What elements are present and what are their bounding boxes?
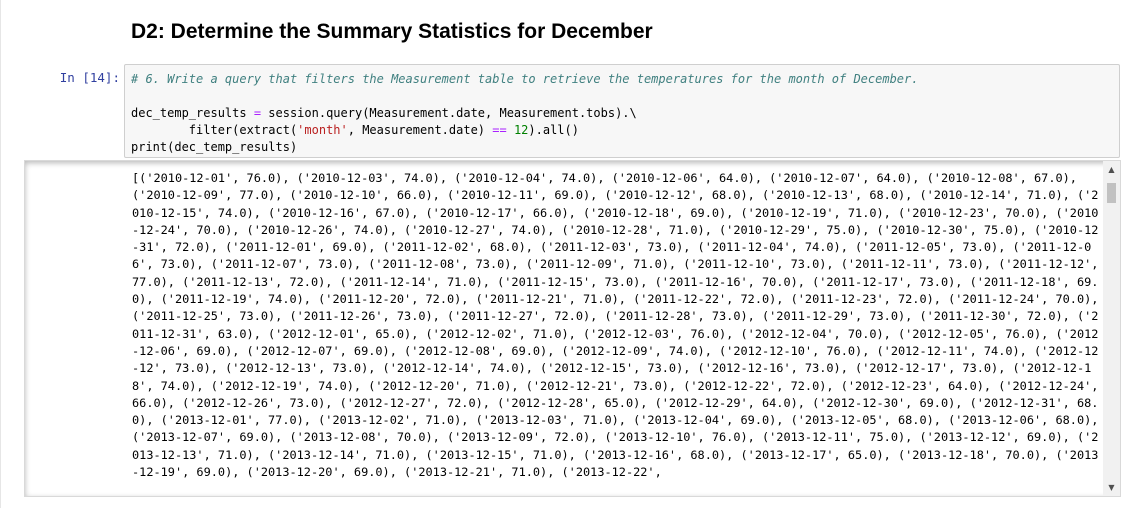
code-editor[interactable]: # 6. Write a query that filters the Meas…	[131, 71, 918, 156]
output-scrollbar[interactable]: ▲ ▼	[1103, 161, 1120, 496]
code-print-line: print(dec_temp_results)	[131, 140, 298, 154]
markdown-heading: D2: Determine the Summary Statistics for…	[131, 20, 653, 43]
code-assign-lhs: dec_temp_results	[131, 106, 254, 120]
code-assign-rhs: session.query(Measurement.date, Measurem…	[261, 106, 637, 120]
cell-output-area[interactable]: [('2010-12-01', 76.0), ('2010-12-03', 74…	[24, 160, 1121, 497]
code-string-literal: 'month'	[297, 123, 348, 137]
code-filter-start: filter(extract(	[131, 123, 298, 137]
code-equality-operator: ==	[492, 123, 507, 137]
code-input-area[interactable]: # 6. Write a query that filters the Meas…	[124, 64, 1120, 158]
notebook-page: D2: Determine the Summary Statistics for…	[0, 0, 1140, 508]
code-assign-operator: =	[253, 106, 262, 120]
code-filter-end: ).all()	[528, 123, 579, 137]
code-comment-line: # 6. Write a query that filters the Meas…	[131, 72, 919, 86]
code-number-literal: 12	[513, 123, 529, 137]
code-filter-mid: , Measurement.date)	[347, 123, 493, 137]
scroll-up-arrow-icon[interactable]: ▲	[1103, 161, 1120, 178]
input-prompt: In [14]:	[59, 70, 120, 85]
left-divider	[0, 0, 1, 508]
output-text: [('2010-12-01', 76.0), ('2010-12-03', 74…	[132, 171, 1099, 480]
scrollbar-thumb[interactable]	[1107, 183, 1116, 203]
scroll-down-arrow-icon[interactable]: ▼	[1103, 479, 1120, 496]
